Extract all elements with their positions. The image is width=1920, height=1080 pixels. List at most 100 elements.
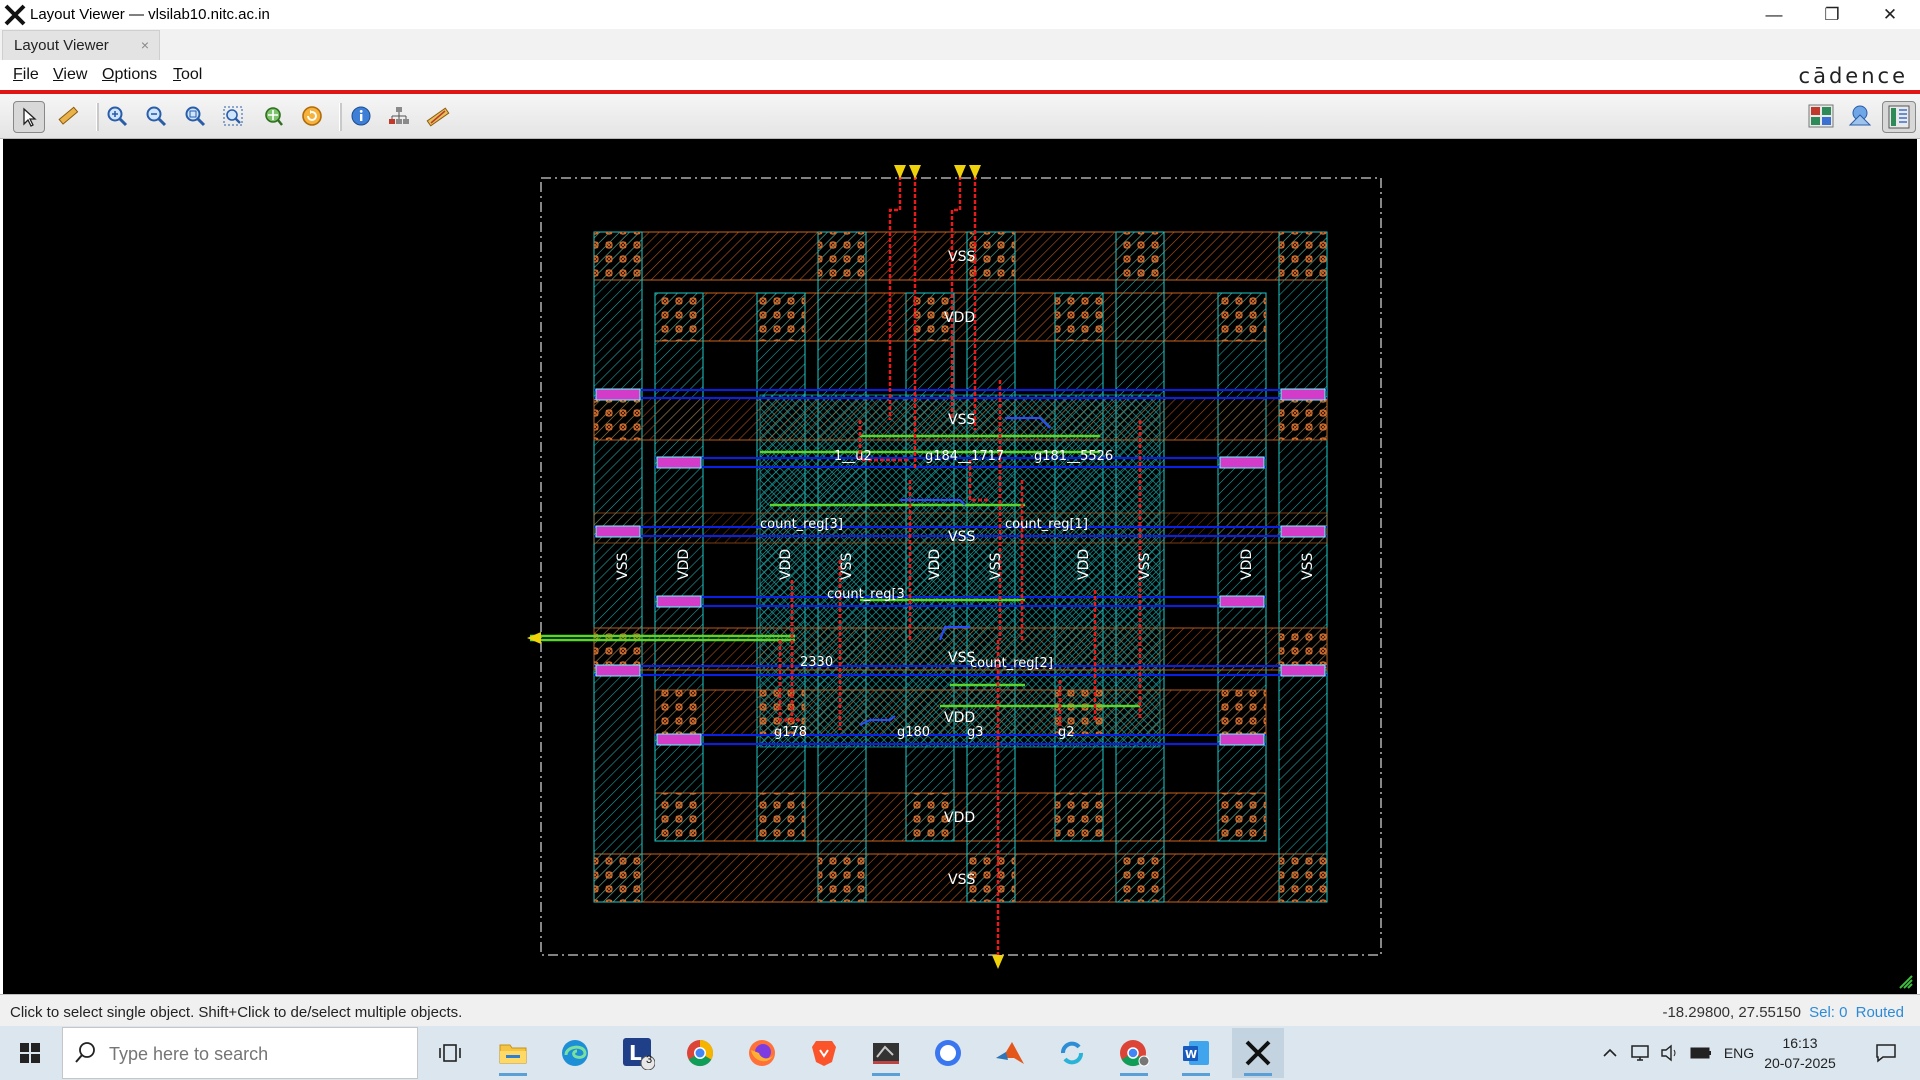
minimize-button[interactable]: — bbox=[1745, 0, 1803, 29]
vm-button[interactable] bbox=[860, 1028, 912, 1078]
clock[interactable]: 16:13 20-07-2025 bbox=[1758, 1033, 1842, 1073]
label-count-reg3: count_reg[3] bbox=[760, 517, 843, 532]
label-vss-v3: VSS bbox=[988, 553, 1004, 580]
ruler-icon bbox=[58, 106, 79, 125]
notifications-button[interactable] bbox=[1866, 1026, 1906, 1080]
status-message: Click to select single object. Shift+Cli… bbox=[10, 1004, 463, 1021]
menu-file[interactable]: File bbox=[13, 66, 39, 84]
close-button[interactable]: ✕ bbox=[1861, 0, 1919, 29]
measure-button[interactable] bbox=[423, 101, 453, 131]
pan-icon bbox=[265, 107, 283, 126]
zoom-box-button[interactable] bbox=[218, 101, 248, 131]
l-app-badge: 3 bbox=[646, 1054, 653, 1066]
shapes-icon bbox=[1848, 105, 1872, 126]
label-g181: g181__5526 bbox=[1034, 449, 1113, 464]
volume-icon bbox=[1661, 1044, 1676, 1062]
chevron-up-icon bbox=[1603, 1048, 1617, 1057]
menu-options[interactable]: Options bbox=[102, 66, 157, 84]
search-icon bbox=[75, 1042, 95, 1063]
windows-logo-icon bbox=[20, 1043, 40, 1063]
status-bar: Click to select single object. Shift+Cli… bbox=[0, 994, 1920, 1027]
layout-canvas[interactable]: VSS VDD VSS VSS VSS VDD VDD VSS VSS VDD … bbox=[3, 139, 1917, 994]
battery-button[interactable] bbox=[1687, 1026, 1715, 1080]
label-u2: 1__u2 bbox=[834, 449, 872, 464]
matlab-icon bbox=[996, 1042, 1024, 1064]
resize-grip-icon[interactable] bbox=[1899, 975, 1913, 989]
cursor-coordinates: -18.29800, 27.55150 bbox=[1662, 1004, 1801, 1021]
menu-bar: File View Options Tool cādence bbox=[0, 60, 1920, 94]
active-indicator bbox=[1182, 1073, 1210, 1076]
layout-drawing[interactable]: VSS VDD VSS VSS VSS VDD VDD VSS VSS VDD … bbox=[3, 139, 1917, 994]
tab-close-icon[interactable]: × bbox=[141, 37, 149, 53]
file-explorer-button[interactable] bbox=[487, 1028, 539, 1078]
shapes-button[interactable] bbox=[1843, 101, 1877, 131]
zoom-in-button[interactable] bbox=[102, 101, 132, 131]
select-pointer-button[interactable] bbox=[13, 101, 45, 133]
edge-button[interactable] bbox=[549, 1028, 601, 1078]
label-vss-row2: VSS bbox=[948, 529, 975, 545]
panel-toggle-icon bbox=[1888, 105, 1910, 129]
task-view-button[interactable] bbox=[424, 1028, 476, 1078]
label-g184: g184__1717 bbox=[925, 449, 1004, 464]
hierarchy-icon bbox=[389, 107, 409, 124]
matlab-button[interactable] bbox=[984, 1028, 1036, 1078]
label-vdd-v4: VDD bbox=[1076, 549, 1092, 580]
language-indicator[interactable]: ENG bbox=[1719, 1026, 1759, 1080]
window-title: Layout Viewer — vlsilab10.nitc.ac.in bbox=[30, 6, 270, 23]
word-button[interactable]: W bbox=[1170, 1028, 1222, 1078]
signal-button[interactable] bbox=[922, 1028, 974, 1078]
label-vdd-bottom: VDD bbox=[944, 810, 975, 826]
info-button[interactable] bbox=[346, 101, 376, 131]
refresh-icon bbox=[302, 106, 322, 126]
chrome-icon bbox=[687, 1039, 714, 1067]
chrome-button[interactable] bbox=[674, 1028, 726, 1078]
info-icon bbox=[351, 106, 371, 126]
l-app-button[interactable]: L 3 bbox=[612, 1028, 664, 1078]
brave-button[interactable] bbox=[798, 1028, 850, 1078]
label-vdd-v1: VDD bbox=[676, 549, 692, 580]
tab-layout-viewer[interactable]: Layout Viewer × bbox=[2, 30, 160, 60]
label-vdd-v5: VDD bbox=[1239, 549, 1255, 580]
sync-button[interactable] bbox=[1046, 1028, 1098, 1078]
chrome-profile-icon bbox=[1120, 1040, 1150, 1067]
label-vss-v1: VSS bbox=[615, 553, 631, 580]
firefox-button[interactable] bbox=[736, 1028, 788, 1078]
toolbar-separator bbox=[96, 103, 99, 131]
windows-taskbar: L 3 W ENG bbox=[0, 1026, 1920, 1080]
refresh-button[interactable] bbox=[297, 101, 327, 131]
panel-toggle-button[interactable] bbox=[1882, 101, 1916, 133]
zoom-fit-button[interactable] bbox=[180, 101, 210, 131]
search-input[interactable] bbox=[107, 1040, 411, 1068]
active-indicator bbox=[1244, 1073, 1272, 1076]
hierarchy-button[interactable] bbox=[384, 101, 414, 131]
maximize-button[interactable]: ❐ bbox=[1803, 0, 1861, 29]
label-vdd-v3: VDD bbox=[927, 549, 943, 580]
vm-icon bbox=[873, 1043, 899, 1064]
zoom-out-button[interactable] bbox=[141, 101, 171, 131]
chrome-profile-button[interactable] bbox=[1108, 1028, 1160, 1078]
active-indicator bbox=[1120, 1073, 1148, 1076]
start-button[interactable] bbox=[0, 1026, 60, 1080]
layers-palette-button[interactable] bbox=[1804, 101, 1838, 131]
title-bar: Layout Viewer — vlsilab10.nitc.ac.in — ❐… bbox=[0, 0, 1920, 29]
label-vss-v2: VSS bbox=[839, 553, 855, 580]
taskbar-search[interactable] bbox=[62, 1027, 418, 1079]
menu-view[interactable]: View bbox=[53, 66, 87, 84]
routed-status: Routed bbox=[1855, 1004, 1904, 1021]
pan-button[interactable] bbox=[258, 101, 288, 131]
x-server-button[interactable] bbox=[1232, 1028, 1284, 1078]
menu-tool[interactable]: Tool bbox=[173, 66, 202, 84]
label-g178: g178 bbox=[774, 725, 807, 740]
selection-count: Sel: 0 bbox=[1809, 1004, 1848, 1021]
label-g3: g3 bbox=[967, 725, 984, 740]
active-indicator bbox=[499, 1073, 527, 1076]
volume-button[interactable] bbox=[1657, 1026, 1683, 1080]
ruler-button[interactable] bbox=[53, 101, 83, 131]
label-g2: g2 bbox=[1058, 725, 1075, 740]
tray-overflow-button[interactable] bbox=[1598, 1026, 1622, 1080]
tab-bar: Layout Viewer × bbox=[0, 29, 1920, 61]
network-button[interactable] bbox=[1627, 1026, 1653, 1080]
select-pointer-icon bbox=[23, 107, 37, 127]
label-vss-v5: VSS bbox=[1300, 553, 1316, 580]
cadence-logo: cādence bbox=[1798, 64, 1908, 88]
